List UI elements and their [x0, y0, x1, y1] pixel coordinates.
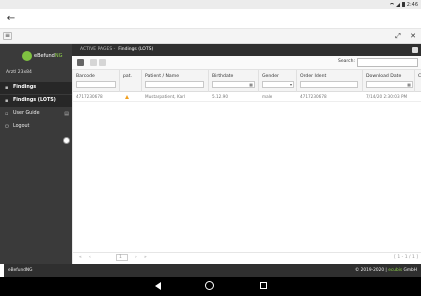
calendar-icon: ▦	[407, 82, 411, 87]
hamburger-icon[interactable]: ≡	[3, 32, 12, 40]
footer-brand: eBefundNG	[8, 268, 33, 273]
android-status-bar: 2:46	[0, 0, 421, 9]
close-icon[interactable]: ✕	[409, 32, 417, 40]
column-gender[interactable]: Gender ▾	[259, 70, 297, 92]
sidebar-item-user-guide[interactable]: ▫ User Guide ▤	[0, 108, 72, 120]
external-icon: ▤	[64, 111, 69, 117]
footer: eBefundNG © 2019-2020 | ecubis GmbH	[4, 264, 421, 277]
cell-birthdate: 5.12.90	[212, 94, 228, 99]
nav-recent-icon[interactable]	[260, 282, 267, 289]
chevron-down-icon: ▾	[289, 82, 292, 87]
column-download-date[interactable]: Download Date ▦	[363, 70, 415, 92]
table-pager: « ‹ 1 › » [ 1 - 1 / 1 ]	[73, 252, 421, 262]
delete-icon[interactable]	[99, 59, 106, 66]
footer-copyright: © 2019-2020 | ecubis GmbH	[354, 268, 417, 273]
gender-filter-select[interactable]: ▾	[262, 81, 294, 88]
column-patient-name[interactable]: Patient / Name	[142, 70, 209, 92]
breadcrumb: ACTIVE PAGES - Findings (LOTS)	[80, 47, 154, 52]
sidebar-item-logout[interactable]: ⏻ Logout	[0, 121, 72, 133]
book-icon: ▫	[5, 111, 9, 117]
folder-icon: ▪	[5, 85, 9, 91]
next-page-icon[interactable]: ›	[135, 255, 137, 260]
status-icons: 2:46	[389, 0, 418, 9]
column-pat[interactable]: pat.	[120, 70, 142, 92]
calendar-icon: ▦	[249, 82, 253, 87]
browser-toolbar: ≡ ⤢ ✕	[0, 29, 421, 44]
cell-order: 4717230678	[300, 94, 327, 99]
clock: 2:46	[406, 1, 418, 8]
sidebar: eBefundNG Arztl 23x84 ▪ Findings ▪ Findi…	[0, 44, 72, 264]
page-number-input[interactable]	[116, 254, 128, 261]
expand-icon[interactable]: ⤢	[394, 32, 402, 40]
last-page-icon[interactable]: »	[144, 255, 147, 260]
close-page-icon[interactable]	[412, 47, 418, 53]
ebefund-logo: eBefundNG	[22, 48, 70, 64]
column-order-ident[interactable]: Order Ident	[297, 70, 363, 92]
pager-info: [ 1 - 1 / 1 ]	[394, 255, 418, 260]
warning-icon	[125, 95, 129, 99]
cell-download-date: 7/14/20 2:30:03 PM	[366, 94, 408, 99]
nav-home-icon[interactable]	[205, 281, 214, 290]
account-name: Arztl 23x84	[6, 70, 32, 75]
column-birthdate[interactable]: Birthdate ▦	[209, 70, 259, 92]
wifi-icon	[389, 2, 394, 7]
search-input[interactable]	[357, 58, 418, 67]
refresh-icon[interactable]	[77, 59, 84, 66]
table-row[interactable]: 4717230678 Mustarpatient, Karl 5.12.90 m…	[73, 92, 421, 102]
cell-patient: Mustarpatient, Karl	[145, 94, 186, 99]
battery-icon	[401, 2, 405, 7]
logo-mark	[22, 51, 32, 61]
first-page-icon[interactable]: «	[79, 255, 82, 260]
birthdate-filter[interactable]: ▦	[212, 81, 255, 88]
table-header: Barcode pat. Patient / Name Birthdate ▦ …	[73, 70, 421, 92]
order-filter[interactable]	[300, 81, 358, 88]
app-bar: ←	[0, 9, 421, 29]
sidebar-item-findings-lots[interactable]: ▪ Findings (LOTS)	[0, 95, 72, 107]
sidebar-item-findings[interactable]: ▪ Findings	[0, 82, 72, 94]
column-barcode[interactable]: Barcode	[73, 70, 120, 92]
android-nav-bar	[0, 277, 421, 296]
page-number: 1	[119, 255, 122, 260]
edit-icon[interactable]	[90, 59, 97, 66]
folder-icon: ▪	[5, 98, 9, 104]
page-header-bar: ACTIVE PAGES - Findings (LOTS)	[72, 44, 421, 56]
prev-page-icon[interactable]: ‹	[89, 255, 91, 260]
cell-gender: male	[262, 94, 273, 99]
download-filter[interactable]: ▦	[366, 81, 413, 88]
logout-icon: ⏻	[5, 124, 9, 130]
table-toolbar: Search:	[72, 56, 421, 70]
back-arrow-icon[interactable]: ←	[5, 13, 17, 25]
barcode-filter[interactable]	[76, 81, 116, 88]
nav-back-icon[interactable]	[155, 282, 161, 290]
patient-filter[interactable]	[145, 81, 204, 88]
column-c[interactable]: C	[415, 70, 421, 92]
search-label: Search:	[338, 59, 355, 64]
findings-table: Barcode pat. Patient / Name Birthdate ▦ …	[72, 70, 421, 264]
cell-barcode: 4717230678	[76, 94, 103, 99]
signal-icon	[395, 2, 400, 7]
sidebar-collapse-toggle[interactable]	[63, 137, 70, 144]
